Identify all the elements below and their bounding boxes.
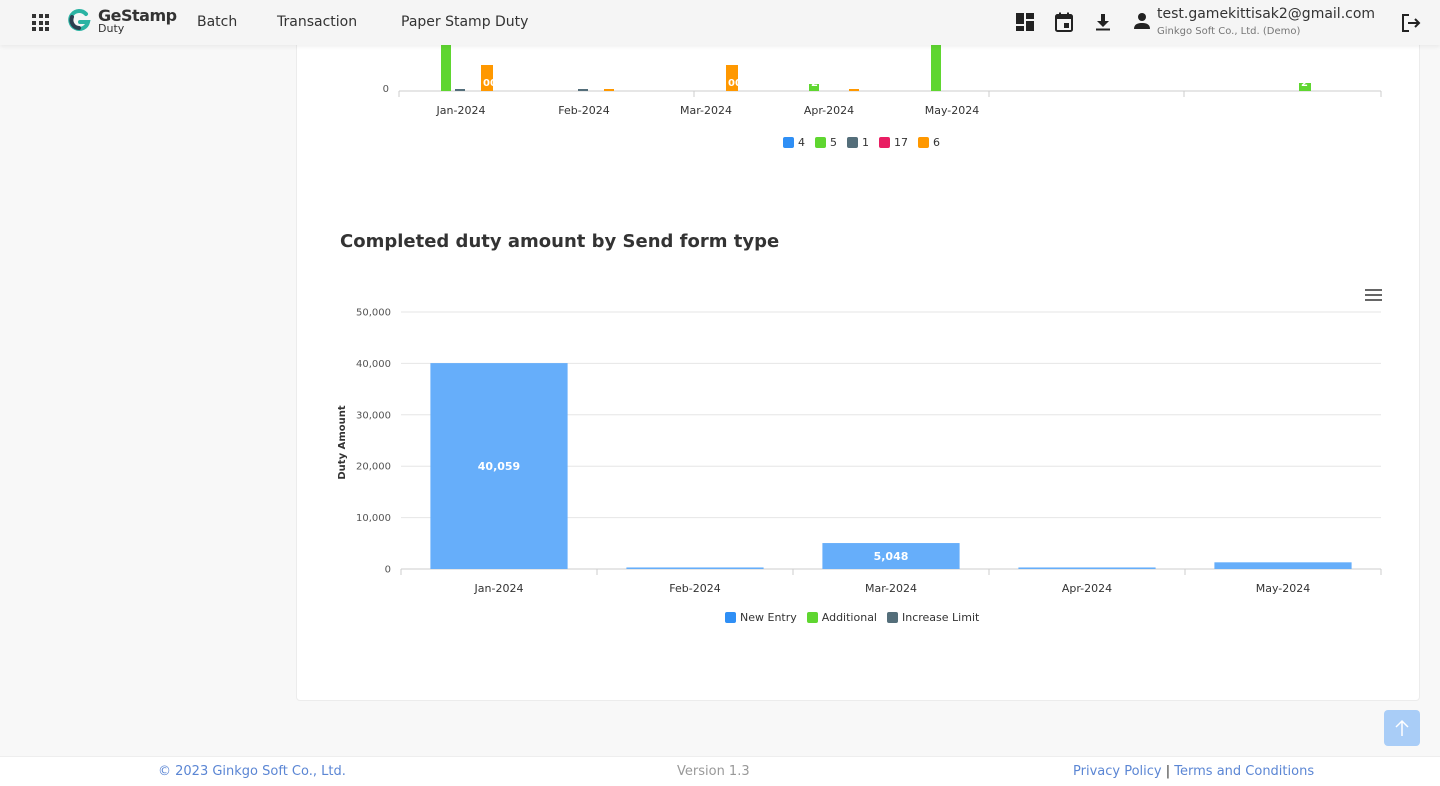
top-x-tick-label: May-2024: [925, 104, 980, 117]
back-to-top-button[interactable]: [1384, 710, 1420, 746]
bottom-chart-data-label: 5,048: [874, 550, 909, 563]
chart-title: Completed duty amount by Send form type: [340, 231, 780, 252]
top-x-tick-label: Jan-2024: [436, 104, 486, 117]
bottom-x-tick-label: Feb-2024: [669, 582, 720, 595]
legend-label: 5: [830, 136, 837, 149]
legend-item[interactable]: 6: [918, 136, 940, 149]
bottom-y-tick-label: 50,000: [356, 308, 391, 319]
legend-item[interactable]: Additional: [806, 611, 877, 624]
bottom-y-tick-label: 10,000: [356, 513, 391, 524]
legend-swatch: [725, 612, 736, 623]
top-chart-legend: 4 5 1 17 6: [783, 136, 950, 149]
legend-swatch: [847, 137, 858, 148]
bottom-y-axis-label: Duty Amount: [337, 405, 348, 479]
user-company: Ginkgo Soft Co., Ltd. (Demo): [1157, 26, 1301, 37]
top-x-tick-label: Mar-2024: [680, 104, 732, 117]
legend-item[interactable]: 4: [783, 136, 805, 149]
bottom-x-tick-label: Apr-2024: [1062, 582, 1112, 595]
footer-copyright: © 2023 Ginkgo Soft Co., Ltd.: [158, 764, 346, 779]
bottom-x-tick-label: Jan-2024: [474, 582, 524, 595]
top-x-tick-label: Feb-2024: [558, 104, 609, 117]
top-chart-bar: [604, 89, 614, 91]
bottom-chart-bar: [1214, 562, 1352, 569]
legend-label: 6: [933, 136, 940, 149]
top-chart-data-label: 00: [728, 78, 742, 89]
privacy-policy-link[interactable]: Privacy Policy: [1073, 764, 1162, 779]
top-y-tick-label: 0: [383, 84, 389, 95]
top-chart-bar: [455, 89, 465, 91]
legend-label: 1: [862, 136, 869, 149]
bottom-chart-legend: New Entry Additional Increase Limit: [725, 611, 989, 624]
legend-label: New Entry: [740, 611, 797, 624]
top-chart-data-label: 00: [483, 78, 497, 89]
bottom-chart-data-label: 40,059: [478, 460, 520, 473]
calendar-icon[interactable]: [1054, 12, 1074, 32]
top-chart-bar: [441, 45, 451, 91]
top-chart-data-label: 2: [455, 78, 462, 89]
legend-label: Additional: [821, 611, 877, 624]
hamburger-menu-icon[interactable]: [1365, 289, 1382, 303]
logo-subtitle: Duty: [98, 22, 125, 35]
bottom-x-tick-label: Mar-2024: [865, 582, 917, 595]
legend-item[interactable]: New Entry: [725, 611, 797, 624]
nav-batch[interactable]: Batch: [197, 14, 237, 30]
bottom-y-tick-label: 30,000: [356, 410, 391, 421]
download-icon[interactable]: [1093, 12, 1113, 32]
terms-link[interactable]: Terms and Conditions: [1174, 764, 1314, 779]
legend-swatch: [879, 137, 890, 148]
footer-version: Version 1.3: [677, 764, 750, 779]
nav-transaction[interactable]: Transaction: [277, 14, 357, 30]
top-x-tick-label: Apr-2024: [804, 104, 854, 117]
top-chart-bar: [849, 89, 859, 91]
top-chart-bar: [931, 45, 941, 91]
bottom-y-tick-label: 0: [385, 565, 391, 576]
charts-canvas: 0 Jan-2024 Feb-2024 Mar-2024 Apr-2024 May-202…: [337, 45, 1382, 595]
bottom-y-tick-label: 40,000: [356, 359, 391, 370]
top-chart-data-label: 2: [1301, 78, 1308, 89]
legend-swatch: [806, 612, 818, 623]
bottom-chart-bar: [626, 567, 764, 569]
legend-label: 17: [894, 136, 908, 149]
legend-item[interactable]: Increase Limit: [887, 611, 979, 624]
bottom-x-tick-label: May-2024: [1256, 582, 1311, 595]
nav-paper-stamp-duty[interactable]: Paper Stamp Duty: [401, 14, 528, 30]
dashboard-card: 0 Jan-2024 Feb-2024 Mar-2024 Apr-2024 May-202…: [296, 30, 1420, 701]
apps-grid-icon[interactable]: [32, 14, 49, 31]
legend-item[interactable]: 17: [879, 136, 908, 149]
legend-swatch: [887, 612, 898, 623]
user-email[interactable]: test.gamekittisak2@gmail.com: [1157, 6, 1375, 22]
bottom-y-tick-label: 20,000: [356, 462, 391, 473]
legend-swatch: [918, 137, 929, 148]
footer: © 2023 Ginkgo Soft Co., Ltd. Version 1.3…: [0, 756, 1440, 786]
legend-label: Increase Limit: [902, 611, 980, 624]
top-chart-bar: [578, 89, 588, 91]
person-icon[interactable]: [1132, 11, 1152, 31]
gestamp-logo-mark-icon: [68, 8, 91, 31]
legend-swatch: [783, 137, 794, 148]
arrow-up-icon: [1395, 719, 1409, 736]
bottom-chart-bar: [1018, 567, 1156, 569]
dashboard-icon[interactable]: [1015, 12, 1035, 32]
legend-item[interactable]: 5: [815, 136, 837, 149]
legend-item[interactable]: 1: [847, 136, 869, 149]
footer-links: Privacy Policy | Terms and Conditions: [1073, 764, 1314, 779]
top-navbar: GeStamp Duty Batch Transaction Paper Sta…: [0, 0, 1440, 45]
footer-separator: |: [1165, 764, 1171, 779]
logout-icon[interactable]: [1400, 12, 1422, 34]
legend-swatch: [815, 137, 826, 148]
legend-label: 4: [798, 136, 805, 149]
top-chart-data-label: 2: [811, 78, 818, 89]
